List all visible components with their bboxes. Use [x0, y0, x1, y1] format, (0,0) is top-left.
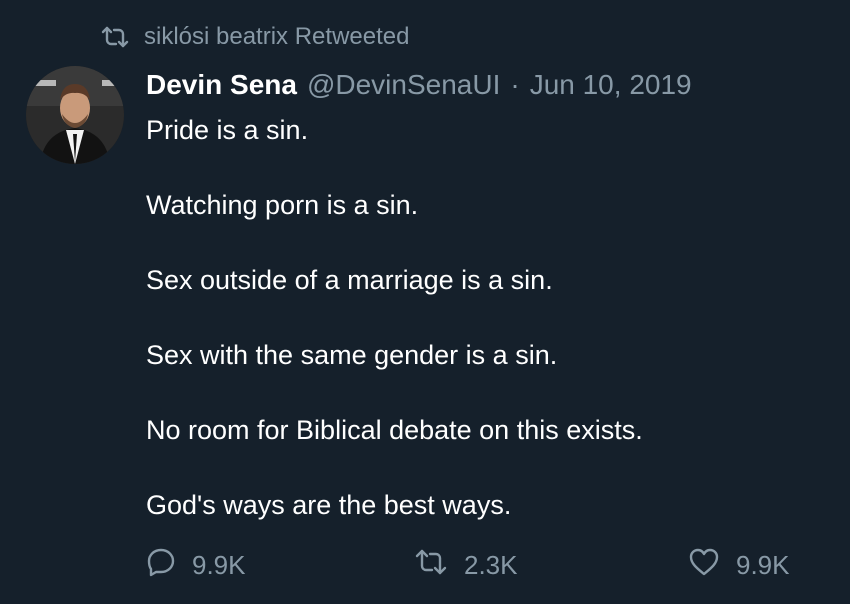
display-name[interactable]: Devin Sena [146, 69, 297, 101]
user-handle[interactable]: @DevinSenaUI [307, 69, 500, 101]
separator-dot: · [510, 69, 520, 100]
tweet-text: Pride is a sin. Watching porn is a sin. … [146, 112, 826, 562]
retweet-count: 2.3K [464, 549, 518, 580]
retweet-icon [100, 25, 130, 49]
retweet-icon [414, 548, 464, 583]
tweet-line: Sex outside of a marriage is a sin. [146, 265, 553, 295]
tweet-line: Pride is a sin. [146, 115, 309, 145]
retweet-context: siklósi beatrix Retweeted [100, 22, 409, 52]
avatar[interactable] [26, 66, 124, 164]
like-count: 9.9K [736, 549, 790, 580]
retweet-button[interactable]: 2.3K [414, 545, 518, 585]
tweet-date[interactable]: Jun 10, 2019 [530, 69, 692, 101]
tweet-line: God's ways are the best ways. [146, 490, 512, 520]
retweeted-by-label[interactable]: siklósi beatrix Retweeted [144, 23, 409, 51]
tweet-actions: 9.9K 2.3K 9.9K [146, 545, 816, 585]
reply-count: 9.9K [192, 549, 246, 580]
tweet-line: Watching porn is a sin. [146, 190, 419, 220]
tweet-line: Sex with the same gender is a sin. [146, 340, 558, 370]
tweet-header: Devin Sena @DevinSenaUI · Jun 10, 2019 [146, 68, 692, 102]
reply-icon [146, 547, 192, 584]
tweet-line: No room for Biblical debate on this exis… [146, 415, 643, 445]
reply-button[interactable]: 9.9K [146, 545, 246, 585]
heart-icon [688, 547, 736, 584]
like-button[interactable]: 9.9K [688, 545, 790, 585]
